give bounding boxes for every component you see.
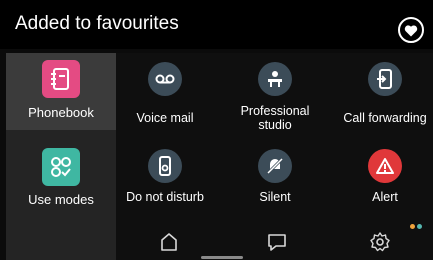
- use-modes-icon: [42, 148, 80, 186]
- phonebook-icon: [42, 60, 80, 98]
- page-title: Added to favourites: [15, 13, 179, 34]
- tile-label: Alert: [372, 190, 398, 204]
- tile-alert[interactable]: Alert: [330, 149, 433, 204]
- header-bar: Added to favourites: [0, 0, 433, 49]
- page-dot: [417, 224, 422, 229]
- tile-label: Do not disturb: [126, 190, 204, 204]
- sidebar-item-phonebook[interactable]: Phonebook: [6, 53, 116, 130]
- tile-professional-studio[interactable]: Professional studio: [220, 62, 330, 132]
- studio-icon: [258, 62, 292, 96]
- page-dot-active: [410, 224, 415, 229]
- tile-silent[interactable]: Silent: [220, 149, 330, 204]
- heart-icon: [404, 24, 418, 36]
- tile-label: Call forwarding: [343, 111, 427, 125]
- silent-icon: [258, 149, 292, 183]
- tile-voice-mail[interactable]: Voice mail: [110, 62, 220, 125]
- sidebar-item-use-modes[interactable]: Use modes: [6, 138, 116, 215]
- sidebar-item-label: Use modes: [28, 192, 94, 207]
- favourite-button[interactable]: [398, 17, 424, 43]
- sidebar: Phonebook Use modes: [6, 53, 116, 260]
- home-indicator: [201, 256, 243, 259]
- tile-label: Voice mail: [136, 111, 194, 125]
- tile-label: Silent: [259, 190, 291, 204]
- page-indicator: [410, 216, 424, 234]
- alert-icon: [368, 149, 402, 183]
- tile-do-not-disturb[interactable]: Do not disturb: [110, 149, 220, 204]
- sidebar-item-label: Phonebook: [28, 105, 94, 120]
- settings-icon[interactable]: [369, 231, 391, 253]
- home-icon[interactable]: [158, 231, 180, 253]
- do-not-disturb-icon: [148, 149, 182, 183]
- voicemail-icon: [148, 62, 182, 96]
- bottom-nav: [116, 222, 433, 260]
- message-icon[interactable]: [266, 231, 288, 253]
- call-forwarding-icon: [368, 62, 402, 96]
- tile-label: Professional studio: [240, 104, 310, 132]
- tile-call-forwarding[interactable]: Call forwarding: [330, 62, 433, 125]
